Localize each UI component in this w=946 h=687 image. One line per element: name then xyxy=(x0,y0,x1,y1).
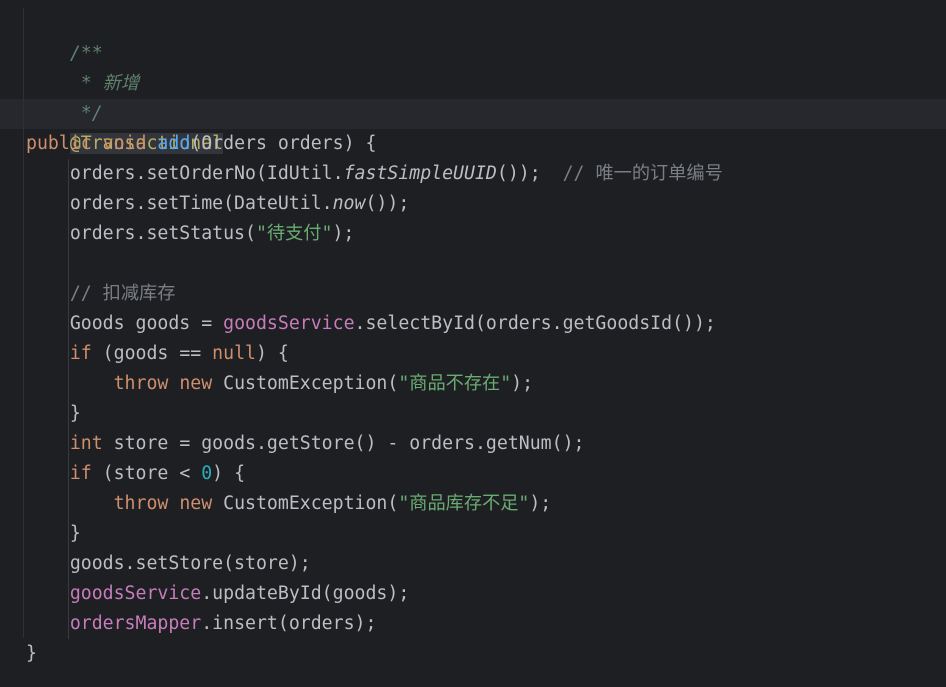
code-line[interactable]: orders.setTime(DateUtil.now()); xyxy=(26,189,409,219)
code-text: (Orders orders) { xyxy=(190,133,377,154)
code-line[interactable]: */ xyxy=(26,69,103,124)
code-text: goods.setStore(store); xyxy=(69,553,311,574)
code-text: orders.setOrderNo(IdUtil. xyxy=(69,163,344,184)
code-editor[interactable]: /** * 新增 */ @Transactional public void a… xyxy=(0,0,946,687)
keyword: void xyxy=(102,133,147,154)
code-line[interactable]: if (goods == null) { xyxy=(26,339,289,369)
code-line[interactable]: * 新增 xyxy=(26,39,139,94)
code-line[interactable]: throw new CustomException("商品不存在"); xyxy=(26,369,533,399)
code-text: orders.setStatus( xyxy=(69,223,256,244)
code-line[interactable]: throw new CustomException("商品库存不足"); xyxy=(26,489,552,519)
code-text: } xyxy=(69,403,81,424)
code-text: ); xyxy=(511,373,534,394)
code-text: .selectById(orders.getGoodsId()); xyxy=(354,313,716,334)
code-text: .insert(orders); xyxy=(201,613,377,634)
code-text: ()); xyxy=(496,163,541,184)
code-text: Goods goods = xyxy=(69,313,224,334)
field-ref: ordersMapper xyxy=(69,613,202,634)
keyword: throw xyxy=(113,493,169,514)
field-ref: goodsService xyxy=(69,583,202,604)
code-text: } xyxy=(69,523,81,544)
string-literal: "待支付" xyxy=(255,223,333,244)
keyword: throw xyxy=(113,373,169,394)
number-literal: 0 xyxy=(201,463,213,484)
line-comment: // 扣减库存 xyxy=(69,283,176,304)
code-text: (goods == xyxy=(91,343,213,364)
code-text: store = goods.getStore() - orders.getNum… xyxy=(102,433,585,454)
code-line[interactable]: ordersMapper.insert(orders); xyxy=(26,609,377,639)
code-line[interactable]: } xyxy=(26,639,37,669)
code-text: orders.setTime(DateUtil. xyxy=(69,193,333,214)
static-call: fastSimpleUUID xyxy=(343,163,497,184)
code-line[interactable]: orders.setOrderNo(IdUtil.fastSimpleUUID(… xyxy=(26,159,723,189)
static-call: now xyxy=(332,193,366,214)
keyword: new xyxy=(179,493,213,514)
code-line[interactable]: public void add(Orders orders) { xyxy=(26,129,376,159)
line-comment: // 唯一的订单编号 xyxy=(562,163,723,184)
code-line[interactable]: if (store < 0) { xyxy=(26,459,245,489)
code-text: CustomException( xyxy=(212,493,399,514)
code-text: ); xyxy=(332,223,355,244)
code-line[interactable]: // 扣减库存 xyxy=(26,279,176,309)
code-text: CustomException( xyxy=(212,373,399,394)
keyword: new xyxy=(179,373,213,394)
string-literal: "商品不存在" xyxy=(398,373,512,394)
code-text: } xyxy=(26,643,37,664)
keyword: public xyxy=(26,133,92,154)
code-line[interactable]: } xyxy=(26,399,81,429)
code-text: (store < xyxy=(91,463,202,484)
keyword: null xyxy=(212,343,256,364)
code-line[interactable]: } xyxy=(26,519,81,549)
keyword: int xyxy=(69,433,103,454)
code-line[interactable]: int store = goods.getStore() - orders.ge… xyxy=(26,429,585,459)
code-text: ) { xyxy=(255,343,289,364)
code-line[interactable]: /** xyxy=(26,9,103,64)
string-literal: "商品库存不足" xyxy=(398,493,530,514)
code-text: ()); xyxy=(365,193,410,214)
code-line[interactable]: orders.setStatus("待支付"); xyxy=(26,219,355,249)
keyword: if xyxy=(69,343,92,364)
gutter-guide xyxy=(23,8,24,638)
code-line[interactable]: goodsService.updateById(goods); xyxy=(26,579,409,609)
code-text: .updateById(goods); xyxy=(201,583,410,604)
code-line[interactable]: goods.setStore(store); xyxy=(26,549,311,579)
keyword: if xyxy=(69,463,92,484)
code-text: ); xyxy=(529,493,552,514)
method-name: add xyxy=(157,133,191,154)
code-line[interactable]: @Transactional xyxy=(26,99,224,154)
code-text: ) { xyxy=(212,463,246,484)
field-ref: goodsService xyxy=(223,313,355,334)
code-line[interactable]: Goods goods = goodsService.selectById(or… xyxy=(26,309,716,339)
